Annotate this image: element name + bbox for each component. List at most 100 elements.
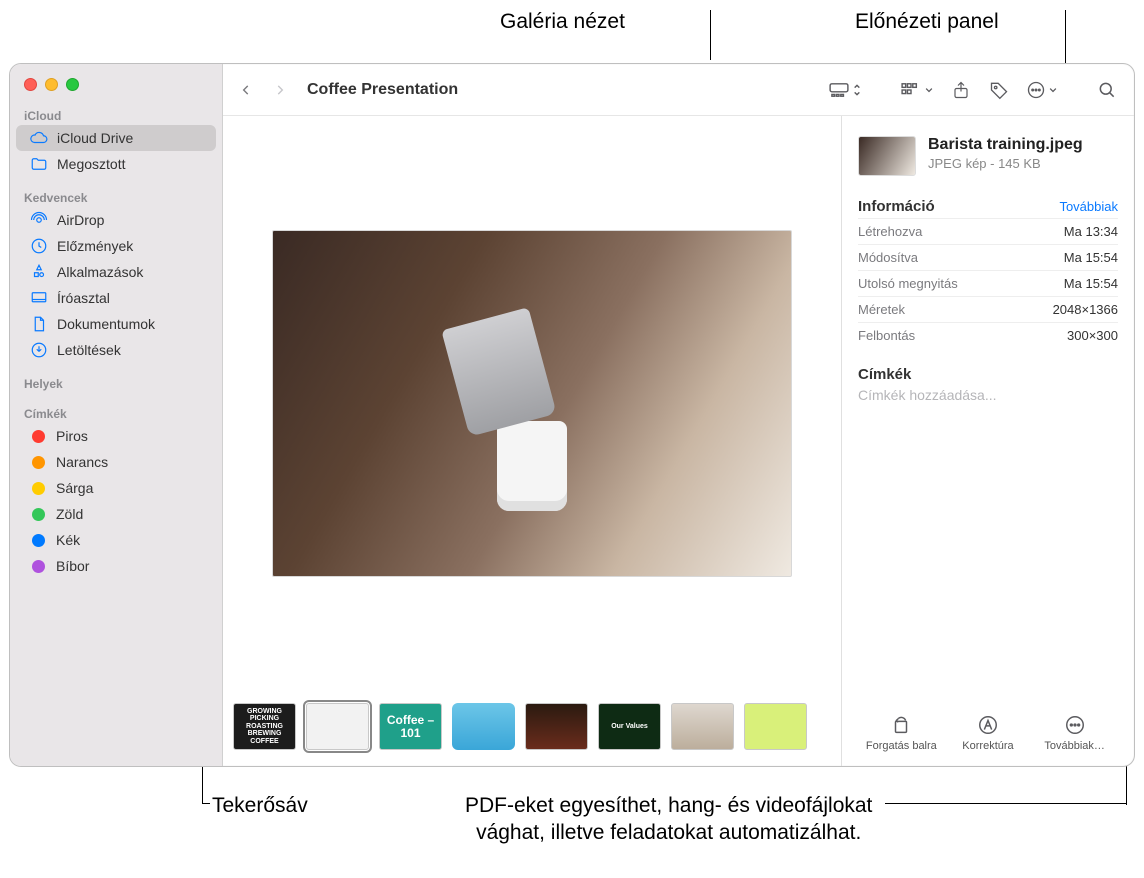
sidebar-item-icloud-drive[interactable]: iCloud Drive bbox=[16, 125, 216, 151]
sidebar-item-documents[interactable]: Dokumentumok bbox=[16, 311, 216, 337]
preview-info-title: Információ bbox=[858, 198, 935, 199]
action-rotate-left[interactable]: Forgatás balra bbox=[861, 714, 941, 752]
thumbnail-item-selected[interactable] bbox=[306, 703, 369, 750]
preview-more-link[interactable]: Továbbiak bbox=[1059, 199, 1118, 214]
callout-text: vághat, illetve feladatokat automatizálh… bbox=[476, 821, 861, 844]
sidebar-tag-yellow[interactable]: Sárga bbox=[16, 475, 216, 501]
sidebar-tag-green[interactable]: Zöld bbox=[16, 501, 216, 527]
share-button[interactable] bbox=[946, 76, 976, 104]
window-controls bbox=[10, 72, 222, 103]
sidebar-item-label: Sárga bbox=[56, 480, 93, 496]
thumbnail-strip[interactable]: GROWING PICKING ROASTING BREWING COFFEE … bbox=[223, 691, 841, 766]
sidebar-section-favorites: Kedvencek bbox=[10, 185, 222, 207]
preview-image bbox=[272, 230, 792, 577]
search-button[interactable] bbox=[1092, 76, 1122, 104]
thumbnail-item[interactable] bbox=[525, 703, 588, 750]
sidebar-item-label: Dokumentumok bbox=[57, 316, 155, 332]
sidebar-item-label: iCloud Drive bbox=[57, 130, 133, 146]
sidebar-item-shared[interactable]: Megosztott bbox=[16, 151, 216, 177]
info-value: Ma 13:34 bbox=[1064, 224, 1118, 239]
callout-line bbox=[710, 10, 711, 60]
thumbnail-item[interactable]: Our Values bbox=[598, 703, 661, 750]
info-value: 2048×1366 bbox=[1053, 302, 1118, 317]
thumbnail-item[interactable]: Coffee – 101 bbox=[379, 703, 442, 750]
clock-icon bbox=[30, 237, 48, 255]
markup-icon bbox=[977, 714, 999, 736]
callout-thumb-strip: Tekerősáv bbox=[212, 792, 308, 819]
callout-line bbox=[202, 803, 210, 804]
tag-dot-icon bbox=[32, 430, 45, 443]
toolbar: Coffee Presentation bbox=[223, 64, 1134, 116]
sidebar-section-locations: Helyek bbox=[10, 371, 222, 393]
nav-back-button[interactable] bbox=[233, 77, 259, 103]
preview-thumbnail bbox=[858, 136, 916, 176]
callout-gallery-view: Galéria nézet bbox=[500, 8, 625, 35]
thumbnail-item[interactable]: GROWING PICKING ROASTING BREWING COFFEE bbox=[233, 703, 296, 750]
rotate-left-icon bbox=[890, 714, 912, 736]
sidebar-item-desktop[interactable]: Íróasztal bbox=[16, 285, 216, 311]
info-key: Felbontás bbox=[858, 328, 915, 343]
info-key: Létrehozva bbox=[858, 224, 922, 239]
info-key: Módosítva bbox=[858, 250, 918, 265]
doc-icon bbox=[30, 315, 48, 333]
action-label: Korrektúra bbox=[962, 740, 1013, 752]
sidebar-item-label: Megosztott bbox=[57, 156, 125, 172]
thumbnail-item[interactable] bbox=[671, 703, 734, 750]
content-row: GROWING PICKING ROASTING BREWING COFFEE … bbox=[223, 116, 1134, 766]
group-button[interactable] bbox=[896, 76, 938, 104]
info-value: Ma 15:54 bbox=[1064, 250, 1118, 265]
tag-dot-icon bbox=[32, 456, 45, 469]
gallery-column: GROWING PICKING ROASTING BREWING COFFEE … bbox=[223, 116, 841, 766]
more-button[interactable] bbox=[1022, 76, 1062, 104]
minimize-button[interactable] bbox=[45, 78, 58, 91]
info-row: Módosítva Ma 15:54 bbox=[858, 244, 1118, 270]
callout-preview-panel: Előnézeti panel bbox=[855, 8, 999, 35]
thumbnail-label: Coffee – 101 bbox=[380, 714, 441, 739]
sidebar-tag-blue[interactable]: Kék bbox=[16, 527, 216, 553]
action-markup[interactable]: Korrektúra bbox=[948, 714, 1028, 752]
thumbnail-item-folder[interactable] bbox=[452, 703, 515, 750]
sidebar-item-label: Előzmények bbox=[57, 238, 133, 254]
preview-filename: Barista training.jpeg bbox=[928, 136, 1083, 154]
info-row: Utolsó megnyitás Ma 15:54 bbox=[858, 270, 1118, 296]
action-more[interactable]: Továbbiak… bbox=[1035, 714, 1115, 752]
gallery-main-preview[interactable] bbox=[223, 116, 841, 691]
preview-tags-input[interactable]: Címkék hozzáadása... bbox=[858, 387, 1118, 403]
sidebar-item-recents[interactable]: Előzmények bbox=[16, 233, 216, 259]
download-icon bbox=[30, 341, 48, 359]
finder-window: iCloud iCloud Drive Megosztott Kedvencek… bbox=[9, 63, 1135, 767]
sidebar-tag-orange[interactable]: Narancs bbox=[16, 449, 216, 475]
sidebar-item-label: Letöltések bbox=[57, 342, 121, 358]
thumbnail-label: GROWING PICKING ROASTING BREWING COFFEE bbox=[234, 708, 295, 745]
callout-text: PDF-eket egyesíthet, hang- és videofájlo… bbox=[465, 794, 872, 817]
sidebar-item-airdrop[interactable]: AirDrop bbox=[16, 207, 216, 233]
sidebar-item-label: Kék bbox=[56, 532, 80, 548]
preview-tags-title: Címkék bbox=[858, 366, 1118, 383]
preview-header: Barista training.jpeg JPEG kép - 145 KB bbox=[858, 136, 1118, 176]
info-key: Utolsó megnyitás bbox=[858, 276, 958, 291]
sidebar-tag-red[interactable]: Piros bbox=[16, 423, 216, 449]
preview-panel: Barista training.jpeg JPEG kép - 145 KB … bbox=[841, 116, 1134, 766]
info-row: Létrehozva Ma 13:34 bbox=[858, 218, 1118, 244]
thumbnail-label: Our Values bbox=[611, 723, 648, 730]
sidebar-item-applications[interactable]: Alkalmazások bbox=[16, 259, 216, 285]
view-gallery-button[interactable] bbox=[824, 76, 866, 104]
desktop-icon bbox=[30, 289, 48, 307]
action-label: Forgatás balra bbox=[866, 740, 937, 752]
action-label: Továbbiak… bbox=[1044, 740, 1105, 752]
sidebar-item-label: Piros bbox=[56, 428, 88, 444]
sidebar-tag-purple[interactable]: Bíbor bbox=[16, 553, 216, 579]
info-row: Méretek 2048×1366 bbox=[858, 296, 1118, 322]
sidebar-section-icloud: iCloud bbox=[10, 103, 222, 125]
close-button[interactable] bbox=[24, 78, 37, 91]
thumbnail-item[interactable] bbox=[744, 703, 807, 750]
tags-button[interactable] bbox=[984, 76, 1014, 104]
main-area: Coffee Presentation bbox=[223, 64, 1134, 766]
sidebar-item-downloads[interactable]: Letöltések bbox=[16, 337, 216, 363]
sidebar-item-label: Narancs bbox=[56, 454, 108, 470]
shared-folder-icon bbox=[30, 155, 48, 173]
zoom-button[interactable] bbox=[66, 78, 79, 91]
more-icon bbox=[1064, 714, 1086, 736]
sidebar-item-label: Íróasztal bbox=[57, 290, 110, 306]
nav-forward-button[interactable] bbox=[267, 77, 293, 103]
